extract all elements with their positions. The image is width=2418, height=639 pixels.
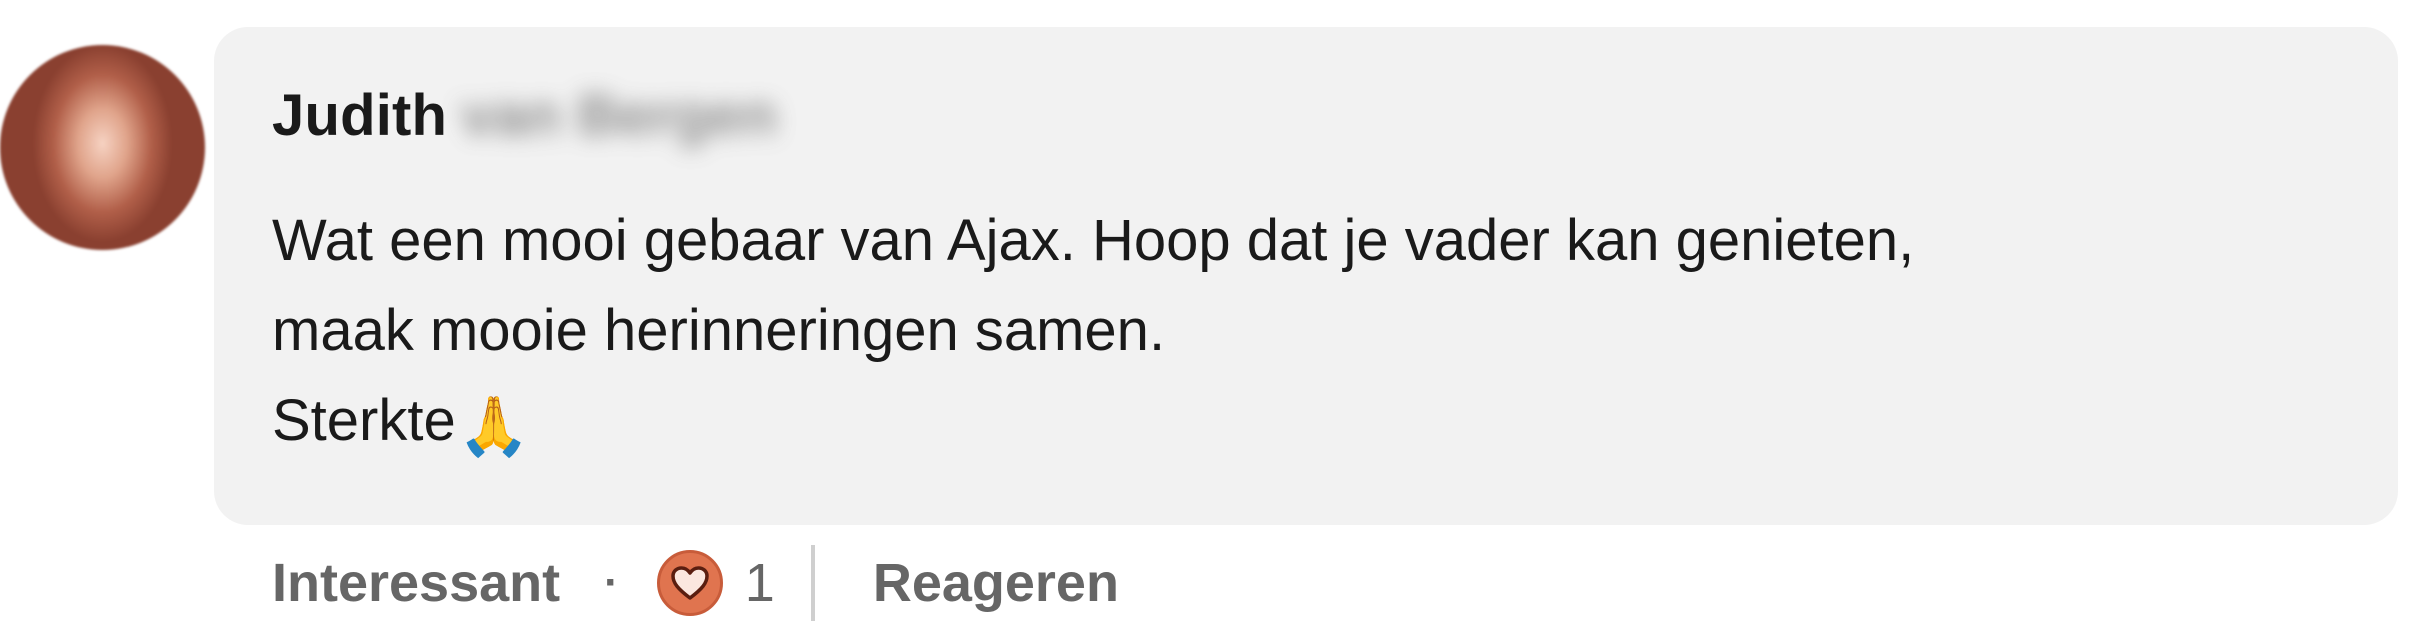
comment-text-line-content: maak mooie herinneringen samen. xyxy=(272,298,1166,363)
author-first-name[interactable]: Judith xyxy=(272,82,447,149)
action-separator: · xyxy=(604,558,619,607)
comment-actions: Interessant · 1 Reageren xyxy=(272,545,1119,621)
heart-icon-glyph xyxy=(671,566,709,600)
folded-hands-emoji: 🙏 xyxy=(457,394,530,459)
comment-text-line: maak mooie herinneringen samen. xyxy=(272,286,2352,376)
comment: Judith van Bergen Wat een mooi gebaar va… xyxy=(0,0,2418,639)
action-divider xyxy=(810,545,815,621)
comment-text: Wat een mooi gebaar van Ajax. Hoop dat j… xyxy=(272,196,2352,472)
comment-author[interactable]: Judith van Bergen xyxy=(272,80,777,150)
reaction-count[interactable]: 1 xyxy=(745,552,775,614)
interesting-button[interactable]: Interessant xyxy=(272,552,560,614)
heart-icon[interactable] xyxy=(656,550,723,616)
comment-text-line-content: Sterkte xyxy=(272,388,456,453)
reply-button[interactable]: Reageren xyxy=(873,552,1119,614)
comment-text-line: Wat een mooi gebaar van Ajax. Hoop dat j… xyxy=(272,208,1915,273)
avatar[interactable] xyxy=(0,45,205,250)
comment-text-line: Sterkte🙏 xyxy=(272,376,2352,472)
author-last-name-blurred: van Bergen xyxy=(461,82,778,148)
